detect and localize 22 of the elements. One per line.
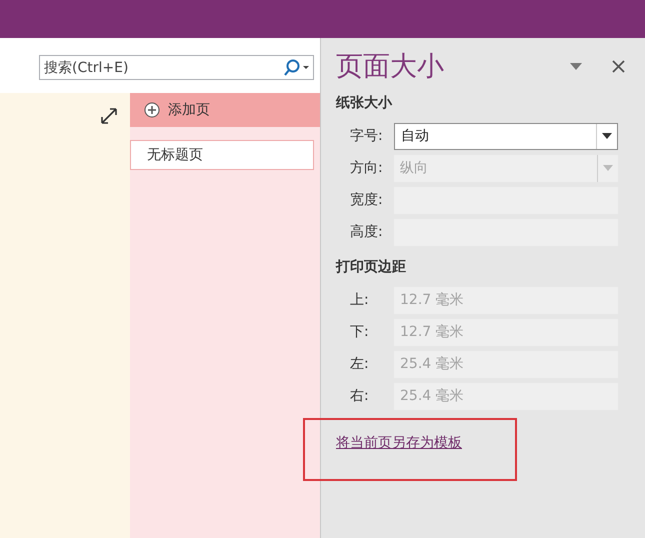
save-template-link[interactable]: 将当前页另存为模板	[336, 434, 462, 452]
section-heading: 打印页边距	[336, 258, 407, 276]
field-label: 方向:	[349, 159, 384, 177]
field-label: 下:	[349, 323, 370, 341]
expand-icon[interactable]	[100, 107, 118, 125]
dropdown-arrow-icon[interactable]	[602, 133, 612, 139]
close-icon[interactable]	[612, 60, 625, 72]
pane-menu-icon[interactable]	[570, 62, 582, 70]
field-label: 高度:	[349, 223, 384, 241]
search-field[interactable]: 搜索(Ctrl+E)	[39, 55, 314, 80]
field-label: 上:	[349, 291, 370, 309]
plus-icon	[144, 102, 160, 118]
pane-title: 页面大小	[336, 50, 444, 84]
search-icon[interactable]	[282, 59, 310, 77]
section-heading: 纸张大小	[336, 94, 394, 112]
field-label: 字号:	[349, 127, 384, 145]
field-label: 右:	[349, 387, 370, 405]
dropdown-field[interactable]: 自动	[394, 122, 618, 150]
field-label: 左:	[349, 355, 370, 373]
page-tab[interactable]: 无标题页	[130, 140, 314, 170]
add-page-button[interactable]: 添加页	[130, 93, 320, 127]
field-label: 宽度:	[349, 191, 384, 209]
